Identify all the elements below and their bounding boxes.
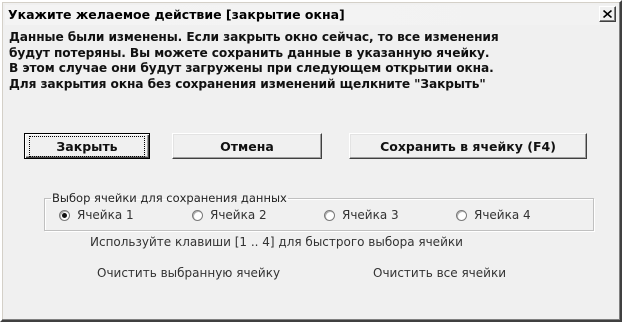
message-line: будут потеряны. Вы можете сохранить данн… bbox=[9, 45, 490, 60]
radio-slot-label: Ячейка 1 bbox=[77, 208, 134, 222]
keyboard-hint: Используйте клавиши [1 .. 4] для быстрог… bbox=[90, 235, 463, 249]
radio-selected-icon[interactable] bbox=[59, 209, 70, 221]
radio-unselected-icon[interactable] bbox=[324, 209, 335, 221]
radio-slot-2[interactable]: Ячейка 2 bbox=[192, 208, 267, 222]
radio-slot-label: Ячейка 4 bbox=[474, 208, 531, 222]
clear-all-slots-button[interactable]: Очистить все ячейки bbox=[373, 266, 506, 280]
close-button-label: Закрыть bbox=[29, 135, 145, 157]
window-title: Укажите желаемое действие [закрытие окна… bbox=[8, 7, 345, 22]
dialog-window: Укажите желаемое действие [закрытие окна… bbox=[0, 0, 622, 322]
slot-group-legend: Выбор ячейки для сохранения данных bbox=[52, 191, 287, 205]
radio-slot-3[interactable]: Ячейка 3 bbox=[324, 208, 399, 222]
message-line: В этом случае они будут загружены при сл… bbox=[9, 61, 494, 75]
clear-selected-slot-button[interactable]: Очистить выбранную ячейку bbox=[97, 266, 280, 280]
radio-slot-label: Ячейка 2 bbox=[210, 208, 267, 222]
radio-unselected-icon[interactable] bbox=[192, 209, 203, 221]
save-button-label: Сохранить в ячейку (F4) bbox=[380, 138, 556, 154]
radio-slot-1[interactable]: Ячейка 1 bbox=[59, 208, 134, 222]
radio-unselected-icon[interactable] bbox=[456, 209, 467, 221]
warning-message: Данные были изменены. Если закрыть окно … bbox=[9, 30, 609, 92]
title-bar[interactable]: Укажите желаемое действие [закрытие окна… bbox=[5, 5, 617, 25]
message-line: Для закрытия окна без сохранения изменен… bbox=[9, 76, 486, 91]
cancel-button[interactable]: Отмена bbox=[172, 133, 322, 159]
cancel-button-label: Отмена bbox=[220, 138, 274, 154]
radio-slot-label: Ячейка 3 bbox=[342, 208, 399, 222]
save-to-slot-button[interactable]: Сохранить в ячейку (F4) bbox=[349, 133, 587, 159]
radio-slot-4[interactable]: Ячейка 4 bbox=[456, 208, 531, 222]
close-icon bbox=[603, 10, 612, 18]
close-button[interactable]: Закрыть bbox=[24, 133, 150, 159]
message-line: Данные были изменены. Если закрыть окно … bbox=[9, 30, 499, 44]
close-window-button[interactable] bbox=[599, 6, 616, 22]
